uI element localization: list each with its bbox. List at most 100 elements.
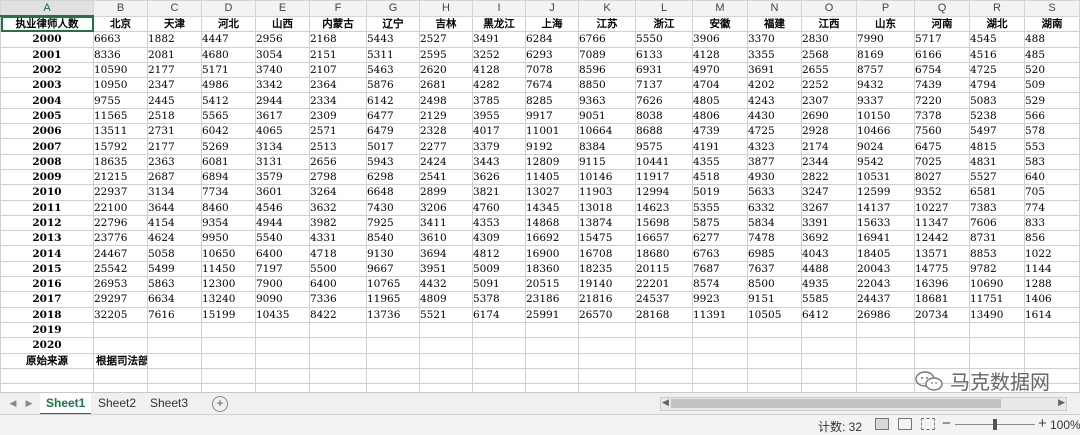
data-cell[interactable]: 10950	[93, 77, 148, 94]
data-cell[interactable]: 3877	[747, 153, 802, 170]
data-cell[interactable]: 22043	[856, 276, 915, 293]
data-cell[interactable]: 2620	[419, 61, 473, 79]
column-header[interactable]: F	[309, 0, 367, 17]
data-cell[interactable]: 5497	[969, 123, 1025, 140]
scrollbar-thumb[interactable]	[671, 399, 1001, 408]
data-cell[interactable]	[1024, 337, 1080, 354]
empty-cell[interactable]	[801, 352, 857, 369]
data-cell[interactable]: 2347	[147, 77, 202, 94]
data-cell[interactable]: 833	[1024, 214, 1080, 232]
data-cell[interactable]: 8038	[635, 107, 693, 125]
data-cell[interactable]: 4043	[801, 245, 857, 262]
data-cell[interactable]: 8540	[366, 230, 420, 247]
data-cell[interactable]: 2928	[801, 123, 857, 140]
year-cell[interactable]: 2000	[0, 31, 94, 48]
data-cell[interactable]: 2798	[309, 168, 367, 186]
data-cell[interactable]: 24437	[856, 291, 915, 308]
data-cell[interactable]: 4794	[969, 77, 1025, 94]
data-cell[interactable]: 11405	[525, 168, 579, 186]
page-layout-icon[interactable]	[898, 418, 912, 430]
data-cell[interactable]	[801, 337, 857, 354]
data-cell[interactable]: 9051	[578, 107, 636, 125]
year-cell[interactable]: 2016	[0, 276, 94, 293]
empty-cell[interactable]	[635, 352, 693, 369]
data-cell[interactable]: 9432	[856, 77, 915, 94]
data-cell[interactable]: 4243	[747, 92, 802, 109]
data-cell[interactable]: 11965	[366, 291, 420, 308]
column-header[interactable]: Q	[914, 0, 970, 17]
add-sheet-icon[interactable]: +	[212, 396, 228, 412]
data-cell[interactable]: 18235	[578, 260, 636, 278]
data-cell[interactable]	[201, 321, 256, 339]
data-cell[interactable]	[147, 337, 202, 354]
data-cell[interactable]: 11450	[201, 260, 256, 278]
data-cell[interactable]: 10650	[201, 245, 256, 262]
data-cell[interactable]: 5717	[914, 31, 970, 48]
empty-cell[interactable]	[692, 352, 748, 369]
data-cell[interactable]: 9024	[856, 138, 915, 155]
data-cell[interactable]: 13511	[93, 123, 148, 140]
data-cell[interactable]	[525, 321, 579, 339]
data-cell[interactable]: 18680	[635, 245, 693, 262]
data-cell[interactable]: 7626	[635, 92, 693, 109]
data-cell[interactable]: 2129	[419, 107, 473, 125]
data-cell[interactable]: 18360	[525, 260, 579, 278]
data-cell[interactable]: 3252	[472, 46, 526, 63]
year-cell[interactable]: 2019	[0, 321, 94, 339]
data-cell[interactable]: 5585	[801, 291, 857, 308]
data-cell[interactable]: 13240	[201, 291, 256, 308]
data-cell[interactable]: 5355	[692, 199, 748, 216]
data-cell[interactable]: 21215	[93, 168, 148, 186]
column-header[interactable]: L	[635, 0, 693, 17]
year-cell[interactable]: 2004	[0, 92, 94, 109]
data-cell[interactable]: 6477	[366, 107, 420, 125]
source-label-cell[interactable]: 原始来源	[0, 352, 94, 369]
data-cell[interactable]: 8460	[201, 199, 256, 216]
data-cell[interactable]: 3379	[472, 138, 526, 155]
data-cell[interactable]: 4739	[692, 123, 748, 140]
data-cell[interactable]	[255, 321, 310, 339]
data-cell[interactable]: 11751	[969, 291, 1025, 308]
data-cell[interactable]: 4624	[147, 230, 202, 247]
data-cell[interactable]: 12300	[201, 276, 256, 293]
data-cell[interactable]: 8422	[309, 306, 367, 323]
data-cell[interactable]	[692, 337, 748, 354]
data-cell[interactable]: 10531	[856, 168, 915, 186]
data-cell[interactable]: 28168	[635, 306, 693, 323]
year-cell[interactable]: 2014	[0, 245, 94, 262]
empty-cell[interactable]	[472, 383, 526, 392]
data-cell[interactable]: 7734	[201, 184, 256, 201]
column-header[interactable]: E	[255, 0, 310, 17]
normal-view-icon[interactable]	[875, 418, 889, 430]
year-cell[interactable]: 2008	[0, 153, 94, 170]
data-cell[interactable]: 11347	[914, 214, 970, 232]
zoom-slider-handle[interactable]	[993, 419, 997, 430]
data-cell[interactable]: 2944	[255, 92, 310, 109]
data-cell[interactable]: 4447	[201, 31, 256, 48]
data-cell[interactable]: 4812	[472, 245, 526, 262]
data-cell[interactable]: 9917	[525, 107, 579, 125]
data-cell[interactable]	[747, 321, 802, 339]
data-cell[interactable]: 640	[1024, 168, 1080, 186]
data-cell[interactable]: 9115	[578, 153, 636, 170]
data-cell[interactable]	[366, 321, 420, 339]
data-cell[interactable]: 2568	[801, 46, 857, 63]
data-cell[interactable]: 6763	[692, 245, 748, 262]
scroll-right-icon[interactable]: ▶	[1058, 397, 1065, 408]
data-cell[interactable]: 2107	[309, 61, 367, 79]
data-cell[interactable]	[801, 321, 857, 339]
empty-cell[interactable]	[366, 352, 420, 369]
data-cell[interactable]: 4809	[419, 291, 473, 308]
zoom-out-icon[interactable]: −	[942, 415, 951, 432]
province-header-cell[interactable]: 江西	[801, 15, 857, 33]
data-cell[interactable]: 12994	[635, 184, 693, 201]
empty-cell[interactable]	[801, 383, 857, 392]
data-cell[interactable]: 3134	[147, 184, 202, 201]
data-cell[interactable]: 3601	[255, 184, 310, 201]
data-cell[interactable]	[747, 337, 802, 354]
data-cell[interactable]: 10227	[914, 199, 970, 216]
data-cell[interactable]	[914, 321, 970, 339]
data-cell[interactable]: 2177	[147, 138, 202, 155]
data-cell[interactable]: 32205	[93, 306, 148, 323]
data-cell[interactable]: 1882	[147, 31, 202, 48]
